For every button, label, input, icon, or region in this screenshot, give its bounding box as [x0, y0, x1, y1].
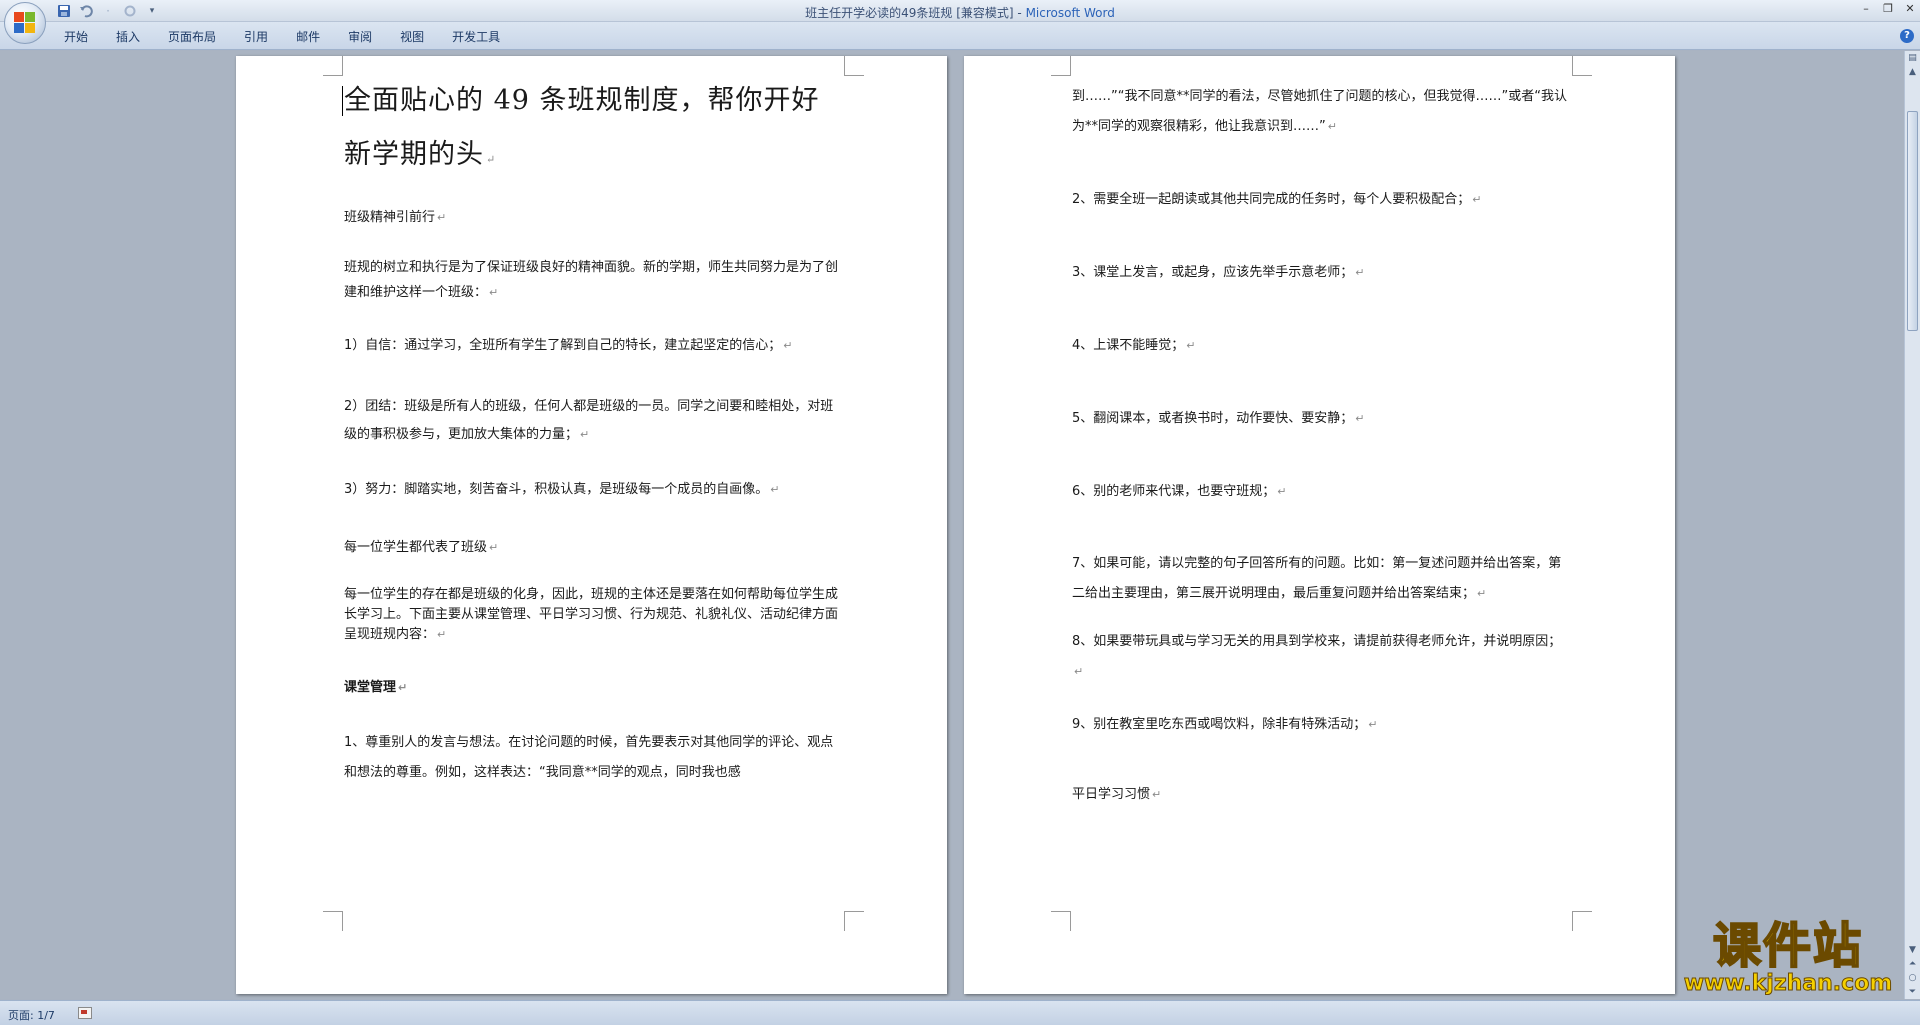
- crop-mark: [1051, 56, 1071, 76]
- paragraph: 班规的树立和执行是为了保证班级良好的精神面貌。新的学期，师生共同努力是为了创建和…: [344, 260, 839, 300]
- watermark-url: www.kjzhan.com: [1683, 971, 1893, 996]
- scroll-down-icon[interactable]: ▼: [1905, 943, 1920, 957]
- tab-references[interactable]: 引用: [230, 28, 282, 45]
- crop-mark: [1572, 56, 1592, 76]
- tab-developer[interactable]: 开发工具: [438, 28, 514, 45]
- text-cursor: [342, 86, 343, 116]
- page-2-content: 到……”“我不同意**同学的看法，尽管她抓住了问题的核心，但我觉得……”或者“我…: [1072, 82, 1572, 807]
- help-icon[interactable]: ?: [1900, 29, 1914, 43]
- section-heading: 课堂管理 ↵: [344, 680, 408, 695]
- status-bar: 页面: 1/7: [0, 1000, 1920, 1025]
- ribbon: 开始 插入 页面布局 引用 邮件 审阅 视图 开发工具 ?: [0, 22, 1920, 50]
- paragraph: 1）自信：通过学习，全班所有学生了解到自己的特长，建立起坚定的信心； ↵: [344, 338, 793, 353]
- section-heading: 平日学习习惯 ↵: [1072, 787, 1162, 802]
- scroll-up-icon[interactable]: ▲: [1905, 65, 1920, 79]
- ribbon-tabs: 开始 插入 页面布局 引用 邮件 审阅 视图 开发工具: [50, 28, 514, 45]
- paragraph: 到……”“我不同意**同学的看法，尽管她抓住了问题的核心，但我觉得……”或者“我…: [1072, 89, 1567, 134]
- next-page-icon[interactable]: ⏷: [1905, 985, 1920, 999]
- page-1-content: 全面贴心的 49 条班规制度，帮你开好新学期的头 ↵ 班级精神引前行 ↵ 班规的树立…: [342, 74, 844, 788]
- document-page-2[interactable]: 到……”“我不同意**同学的看法，尽管她抓住了问题的核心，但我觉得……”或者“我…: [964, 56, 1675, 994]
- app-name: Microsoft Word: [1025, 6, 1115, 20]
- document-heading: 全面贴心的 49 条班规制度，帮你开好新学期的头 ↵: [342, 85, 820, 170]
- paragraph: 班级精神引前行 ↵: [344, 210, 447, 225]
- paragraph: 6、别的老师来代课，也要守班规； ↵: [1072, 484, 1287, 499]
- previous-page-icon[interactable]: ⏶: [1905, 957, 1920, 971]
- minimize-icon[interactable]: –: [1860, 2, 1872, 15]
- watermark-logo: 课件站 www.kjzhan.com: [1670, 918, 1906, 996]
- tab-home[interactable]: 开始: [50, 28, 102, 45]
- office-button[interactable]: [4, 2, 46, 44]
- tab-mailings[interactable]: 邮件: [282, 28, 334, 45]
- paragraph: 7、如果可能，请以完整的句子回答所有的问题。比如：第一复述问题并给出答案，第二给…: [1072, 556, 1562, 601]
- watermark-title: 课件站: [1712, 918, 1863, 974]
- restore-icon[interactable]: ❐: [1882, 2, 1894, 15]
- tab-insert[interactable]: 插入: [102, 28, 154, 45]
- ruler-toggle-icon[interactable]: ▤: [1905, 51, 1920, 65]
- window-controls: – ❐ ✕: [1860, 2, 1916, 15]
- paragraph: 每一位学生的存在都是班级的化身，因此，班规的主体还是要落在如何帮助每位学生成长学…: [344, 587, 839, 642]
- paragraph: 5、翻阅课本，或者换书时，动作要快、要安静； ↵: [1072, 411, 1365, 426]
- crop-mark: [1051, 911, 1071, 931]
- vertical-scrollbar[interactable]: ▤ ▲ ▼ ⏶ ○ ⏷: [1904, 51, 1920, 999]
- paragraph: 4、上课不能睡觉； ↵: [1072, 338, 1196, 353]
- browse-object-icon[interactable]: ○: [1905, 971, 1920, 985]
- tab-view[interactable]: 视图: [386, 28, 438, 45]
- office-logo-icon: [14, 12, 36, 34]
- paragraph: 3）努力：脚踏实地，刻苦奋斗，积极认真，是班级每一个成员的自画像。 ↵: [344, 482, 780, 497]
- paragraph: 3、课堂上发言，或起身，应该先举手示意老师； ↵: [1072, 265, 1365, 280]
- paragraph: 2、需要全班一起朗读或其他共同完成的任务时，每个人要积极配合； ↵: [1072, 192, 1482, 207]
- scroll-thumb[interactable]: [1907, 111, 1918, 331]
- scroll-bottom-buttons: ▼ ⏶ ○ ⏷: [1905, 943, 1920, 999]
- tab-review[interactable]: 审阅: [334, 28, 386, 45]
- paragraph: 8、如果要带玩具或与学习无关的用具到学校来，请提前获得老师允许，并说明原因；↵: [1072, 634, 1562, 678]
- paragraph: 每一位学生都代表了班级 ↵: [344, 540, 499, 555]
- crop-mark: [1572, 911, 1592, 931]
- document-page-1[interactable]: 全面贴心的 49 条班规制度，帮你开好新学期的头 ↵ 班级精神引前行 ↵ 班规的树立…: [236, 56, 947, 994]
- paragraph: 1、尊重别人的发言与想法。在讨论问题的时候，首先要表示对其他同学的评论、观点和想…: [344, 735, 834, 780]
- document-title: 班主任开学必读的49条班规 [兼容模式] -: [805, 6, 1026, 20]
- close-icon[interactable]: ✕: [1904, 2, 1916, 15]
- page-count-status[interactable]: 页面: 1/7: [8, 1007, 55, 1023]
- proofing-icon[interactable]: [78, 1007, 92, 1019]
- window-title: 班主任开学必读的49条班规 [兼容模式] - Microsoft Word: [0, 4, 1920, 21]
- document-workspace: 全面贴心的 49 条班规制度，帮你开好新学期的头 ↵ 班级精神引前行 ↵ 班规的树立…: [0, 51, 1904, 999]
- paragraph: 9、别在教室里吃东西或喝饮料，除非有特殊活动； ↵: [1072, 717, 1378, 732]
- crop-mark: [844, 56, 864, 76]
- title-bar: · ▾ 班主任开学必读的49条班规 [兼容模式] - Microsoft Wor…: [0, 0, 1920, 22]
- crop-mark: [844, 911, 864, 931]
- paragraph: 2）团结：班级是所有人的班级，任何人都是班级的一员。同学之间要和睦相处，对班级的…: [344, 399, 834, 442]
- tab-page-layout[interactable]: 页面布局: [154, 28, 230, 45]
- crop-mark: [323, 911, 343, 931]
- crop-mark: [323, 56, 343, 76]
